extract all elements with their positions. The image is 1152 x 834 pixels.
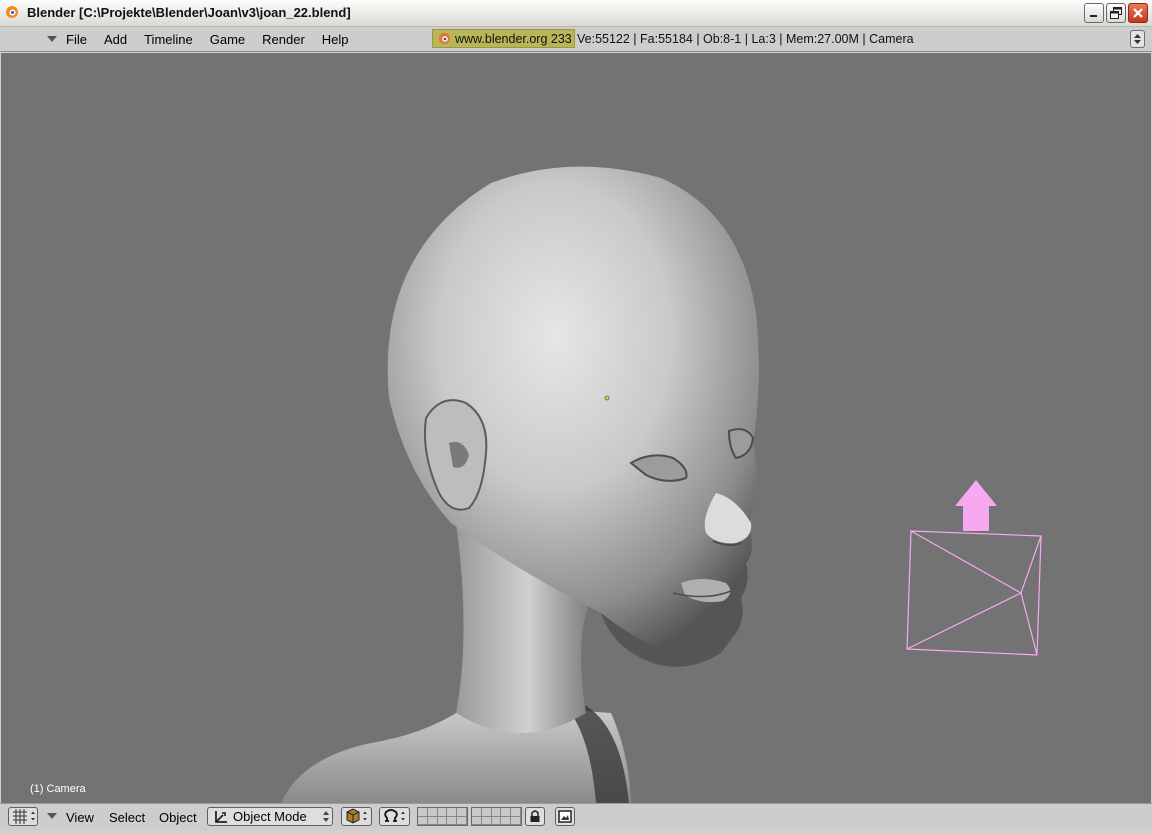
shading-cube-icon bbox=[346, 808, 367, 824]
restore-icon bbox=[1110, 7, 1122, 19]
blender-logo-icon bbox=[6, 6, 18, 18]
window-title: Blender [C:\Projekte\Blender\Joan\v3\joa… bbox=[27, 5, 351, 20]
header-scroll-stepper[interactable] bbox=[1130, 30, 1145, 48]
main-menu: File Add Timeline Game Render Help bbox=[66, 32, 366, 47]
title-bar: Blender [C:\Projekte\Blender\Joan\v3\joa… bbox=[0, 0, 1152, 27]
menu-object[interactable]: Object bbox=[159, 810, 197, 825]
info-header: File Add Timeline Game Render Help www.b… bbox=[0, 27, 1152, 52]
menu-help[interactable]: Help bbox=[322, 32, 349, 47]
layer-buttons-2[interactable] bbox=[471, 807, 522, 826]
object-origin-dot bbox=[604, 395, 610, 401]
mode-selector[interactable]: Object Mode bbox=[207, 807, 333, 826]
render-image-icon bbox=[558, 810, 572, 823]
minimize-icon bbox=[1090, 15, 1097, 17]
menu-file[interactable]: File bbox=[66, 32, 87, 47]
pivot-icon bbox=[384, 809, 405, 822]
layer-buttons-1[interactable] bbox=[417, 807, 468, 826]
camera-object[interactable] bbox=[906, 480, 1042, 656]
window-bottom-edge bbox=[0, 830, 1152, 834]
blender-window: Blender [C:\Projekte\Blender\Joan\v3\joa… bbox=[0, 0, 1152, 834]
3d-viewport[interactable]: (1) Camera bbox=[1, 53, 1151, 803]
menu-timeline[interactable]: Timeline bbox=[144, 32, 193, 47]
grid-editor-icon bbox=[13, 809, 35, 824]
up-down-arrows-icon bbox=[1134, 34, 1141, 44]
menu-game[interactable]: Game bbox=[210, 32, 245, 47]
menu-view[interactable]: View bbox=[66, 810, 94, 825]
close-button[interactable] bbox=[1128, 3, 1148, 23]
minimize-button[interactable] bbox=[1084, 3, 1104, 23]
layer-lock-button[interactable] bbox=[525, 807, 545, 826]
header-collapse-icon[interactable] bbox=[47, 36, 57, 42]
model-head bbox=[387, 166, 759, 667]
editor-type-selector[interactable] bbox=[8, 807, 38, 826]
viewport-scene bbox=[281, 166, 1042, 803]
blender-logo-icon bbox=[438, 32, 451, 45]
lock-icon bbox=[530, 810, 540, 822]
menu-add[interactable]: Add bbox=[104, 32, 127, 47]
draw-type-selector[interactable] bbox=[341, 807, 372, 826]
3d-view-header: View Select Object Object Mode bbox=[0, 803, 1152, 830]
blender-version-badge[interactable]: www.blender.org 233 bbox=[432, 29, 575, 48]
menu-render[interactable]: Render bbox=[262, 32, 305, 47]
version-text: www.blender.org 233 bbox=[455, 31, 572, 46]
model-shoulder bbox=[281, 703, 631, 803]
render-preview-button[interactable] bbox=[555, 807, 575, 826]
scene-stats: Ve:55122 | Fa:55184 | Ob:8-1 | La:3 | Me… bbox=[577, 32, 914, 46]
header-collapse-icon[interactable] bbox=[47, 813, 57, 819]
close-icon bbox=[1133, 8, 1143, 18]
mode-label: Object Mode bbox=[233, 809, 307, 824]
object-mode-icon bbox=[215, 811, 227, 823]
menu-select[interactable]: Select bbox=[109, 810, 145, 825]
restore-button[interactable] bbox=[1106, 3, 1126, 23]
up-down-arrows-icon bbox=[323, 811, 329, 822]
active-object-label: (1) Camera bbox=[30, 783, 86, 795]
pivot-selector[interactable] bbox=[379, 807, 410, 826]
